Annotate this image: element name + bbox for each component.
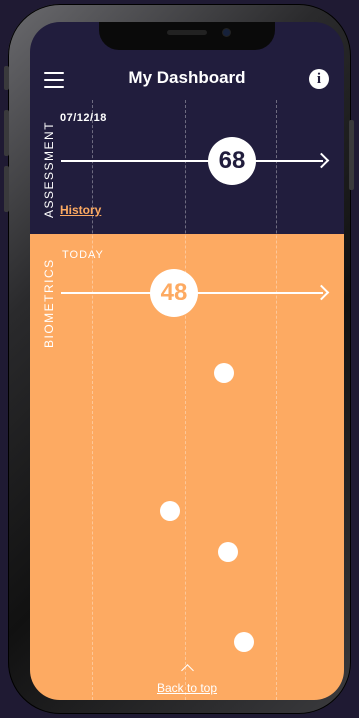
speaker <box>167 30 207 35</box>
data-point[interactable] <box>160 501 180 521</box>
history-link[interactable]: History <box>60 203 101 217</box>
side-button <box>4 66 9 90</box>
back-to-top-link[interactable]: Back to top <box>30 681 344 695</box>
assessment-score[interactable]: 68 <box>208 137 256 185</box>
data-point[interactable] <box>214 363 234 383</box>
assessment-axis <box>61 160 323 162</box>
assessment-date: 07/12/18 <box>60 112 107 124</box>
phone-notch <box>99 22 275 50</box>
camera-icon <box>223 29 230 36</box>
grid-line <box>185 100 186 700</box>
chevron-up-icon <box>180 664 194 677</box>
grid-line <box>92 100 93 700</box>
app-screen: My Dashboard i ASSESSMENT 07/12/18 68 Hi… <box>30 22 344 700</box>
side-button <box>349 120 354 190</box>
back-to-top[interactable]: Back to top <box>30 662 344 695</box>
side-button <box>4 110 9 156</box>
assessment-label: ASSESSMENT <box>42 120 56 218</box>
page-title: My Dashboard <box>128 68 246 87</box>
biometrics-label: BIOMETRICS <box>42 258 56 348</box>
info-icon[interactable]: i <box>309 69 329 89</box>
biometrics-score[interactable]: 48 <box>150 269 198 317</box>
side-button <box>4 166 9 212</box>
biometrics-period: TODAY <box>62 249 104 261</box>
data-point[interactable] <box>234 632 254 652</box>
grid-line <box>276 100 277 700</box>
data-point[interactable] <box>218 542 238 562</box>
